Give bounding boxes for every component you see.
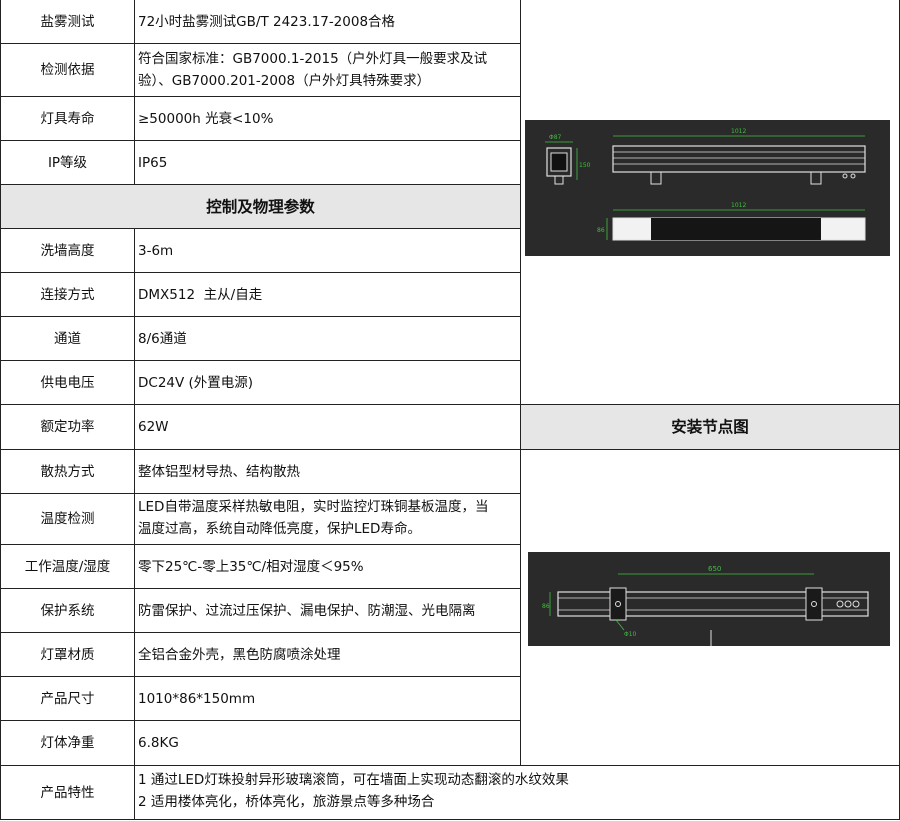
temp-detection-line-1: LED自带温度采样热敏电阻，实时监控灯珠铜基板温度，当 — [138, 499, 489, 515]
value-channel: 8/6通道 — [135, 317, 521, 361]
value-cover-material: 全铝合金外壳，黑色防腐喷涂处理 — [135, 633, 521, 677]
features-line-1: 1 通过LED灯珠投射异形玻璃滚筒，可在墙面上实现动态翻滚的水纹效果 — [138, 772, 569, 788]
label-protection: 保护系统 — [0, 589, 135, 633]
value-connection: DMX512 主从/自走 — [135, 273, 521, 317]
value-heat-dissipation: 整体铝型材导热、结构散热 — [135, 450, 521, 494]
label-power: 额定功率 — [0, 405, 135, 450]
label-channel: 通道 — [0, 317, 135, 361]
label-net-weight: 灯体净重 — [0, 721, 135, 766]
value-net-weight: 6.8KG — [135, 721, 521, 766]
label-connection: 连接方式 — [0, 273, 135, 317]
spec-table: 盐雾测试 72小时盐雾测试GB/T 2423.17-2008合格 检测依据 符合… — [0, 0, 900, 821]
install-drawing-svg: 650 86 Φ10 — [542, 565, 869, 646]
label-product-size: 产品尺寸 — [0, 677, 135, 721]
dim-bottom-length: 1012 — [731, 202, 746, 209]
value-test-basis: 符合国家标准：GB7000.1-2015（户外灯具一般要求及试 验）、GB700… — [135, 44, 521, 97]
value-power: 62W — [135, 405, 521, 450]
dim-side-width: Φ87 — [549, 134, 562, 141]
dim-install-hole: Φ10 — [624, 631, 637, 638]
label-salt-spray: 盐雾测试 — [0, 0, 135, 44]
label-temp-detection: 温度检测 — [0, 494, 135, 545]
label-operating-temp: 工作温度/湿度 — [0, 545, 135, 589]
label-ip-rating: IP等级 — [0, 141, 135, 185]
dim-side-height: 150 — [579, 162, 591, 169]
value-operating-temp: 零下25℃-零上35℃/相对湿度＜95% — [135, 545, 521, 589]
value-lifetime: ≥50000h 光衰<10% — [135, 97, 521, 141]
test-basis-line-2: 验）、GB7000.201-2008（户外灯具特殊要求） — [138, 73, 431, 89]
dim-install-span: 650 — [708, 565, 721, 573]
features-line-2: 2 适用楼体亮化，桥体亮化，旅游景点等多种场合 — [138, 794, 435, 810]
install-drawing: 650 86 Φ10 — [528, 552, 890, 646]
label-voltage: 供电电压 — [0, 361, 135, 405]
value-wash-height: 3-6m — [135, 229, 521, 273]
value-features: 1 通过LED灯珠投射异形玻璃滚筒，可在墙面上实现动态翻滚的水纹效果 2 适用楼… — [135, 766, 900, 820]
value-product-size: 1010*86*150mm — [135, 677, 521, 721]
dim-install-height: 86 — [542, 603, 550, 610]
label-wash-height: 洗墙高度 — [0, 229, 135, 273]
dimension-drawing: Φ87 150 1012 1012 86 — [525, 120, 890, 256]
section-control-physical: 控制及物理参数 — [0, 185, 521, 229]
dim-bottom-height: 86 — [597, 227, 605, 234]
label-features: 产品特性 — [0, 766, 135, 820]
label-lifetime: 灯具寿命 — [0, 97, 135, 141]
label-heat-dissipation: 散热方式 — [0, 450, 135, 494]
dim-top-length: 1012 — [731, 128, 746, 135]
value-voltage: DC24V (外置电源) — [135, 361, 521, 405]
value-protection: 防雷保护、过流过压保护、漏电保护、防潮湿、光电隔离 — [135, 589, 521, 633]
test-basis-line-1: 符合国家标准：GB7000.1-2015（户外灯具一般要求及试 — [138, 51, 488, 67]
value-salt-spray: 72小时盐雾测试GB/T 2423.17-2008合格 — [135, 0, 521, 44]
dimension-drawing-svg: Φ87 150 1012 1012 86 — [545, 128, 866, 241]
section-install-node: 安装节点图 — [521, 405, 900, 450]
label-cover-material: 灯罩材质 — [0, 633, 135, 677]
temp-detection-line-2: 温度过高，系统自动降低亮度，保护LED寿命。 — [138, 521, 421, 537]
label-test-basis: 检测依据 — [0, 44, 135, 97]
value-ip-rating: IP65 — [135, 141, 521, 185]
value-temp-detection: LED自带温度采样热敏电阻，实时监控灯珠铜基板温度，当 温度过高，系统自动降低亮… — [135, 494, 521, 545]
